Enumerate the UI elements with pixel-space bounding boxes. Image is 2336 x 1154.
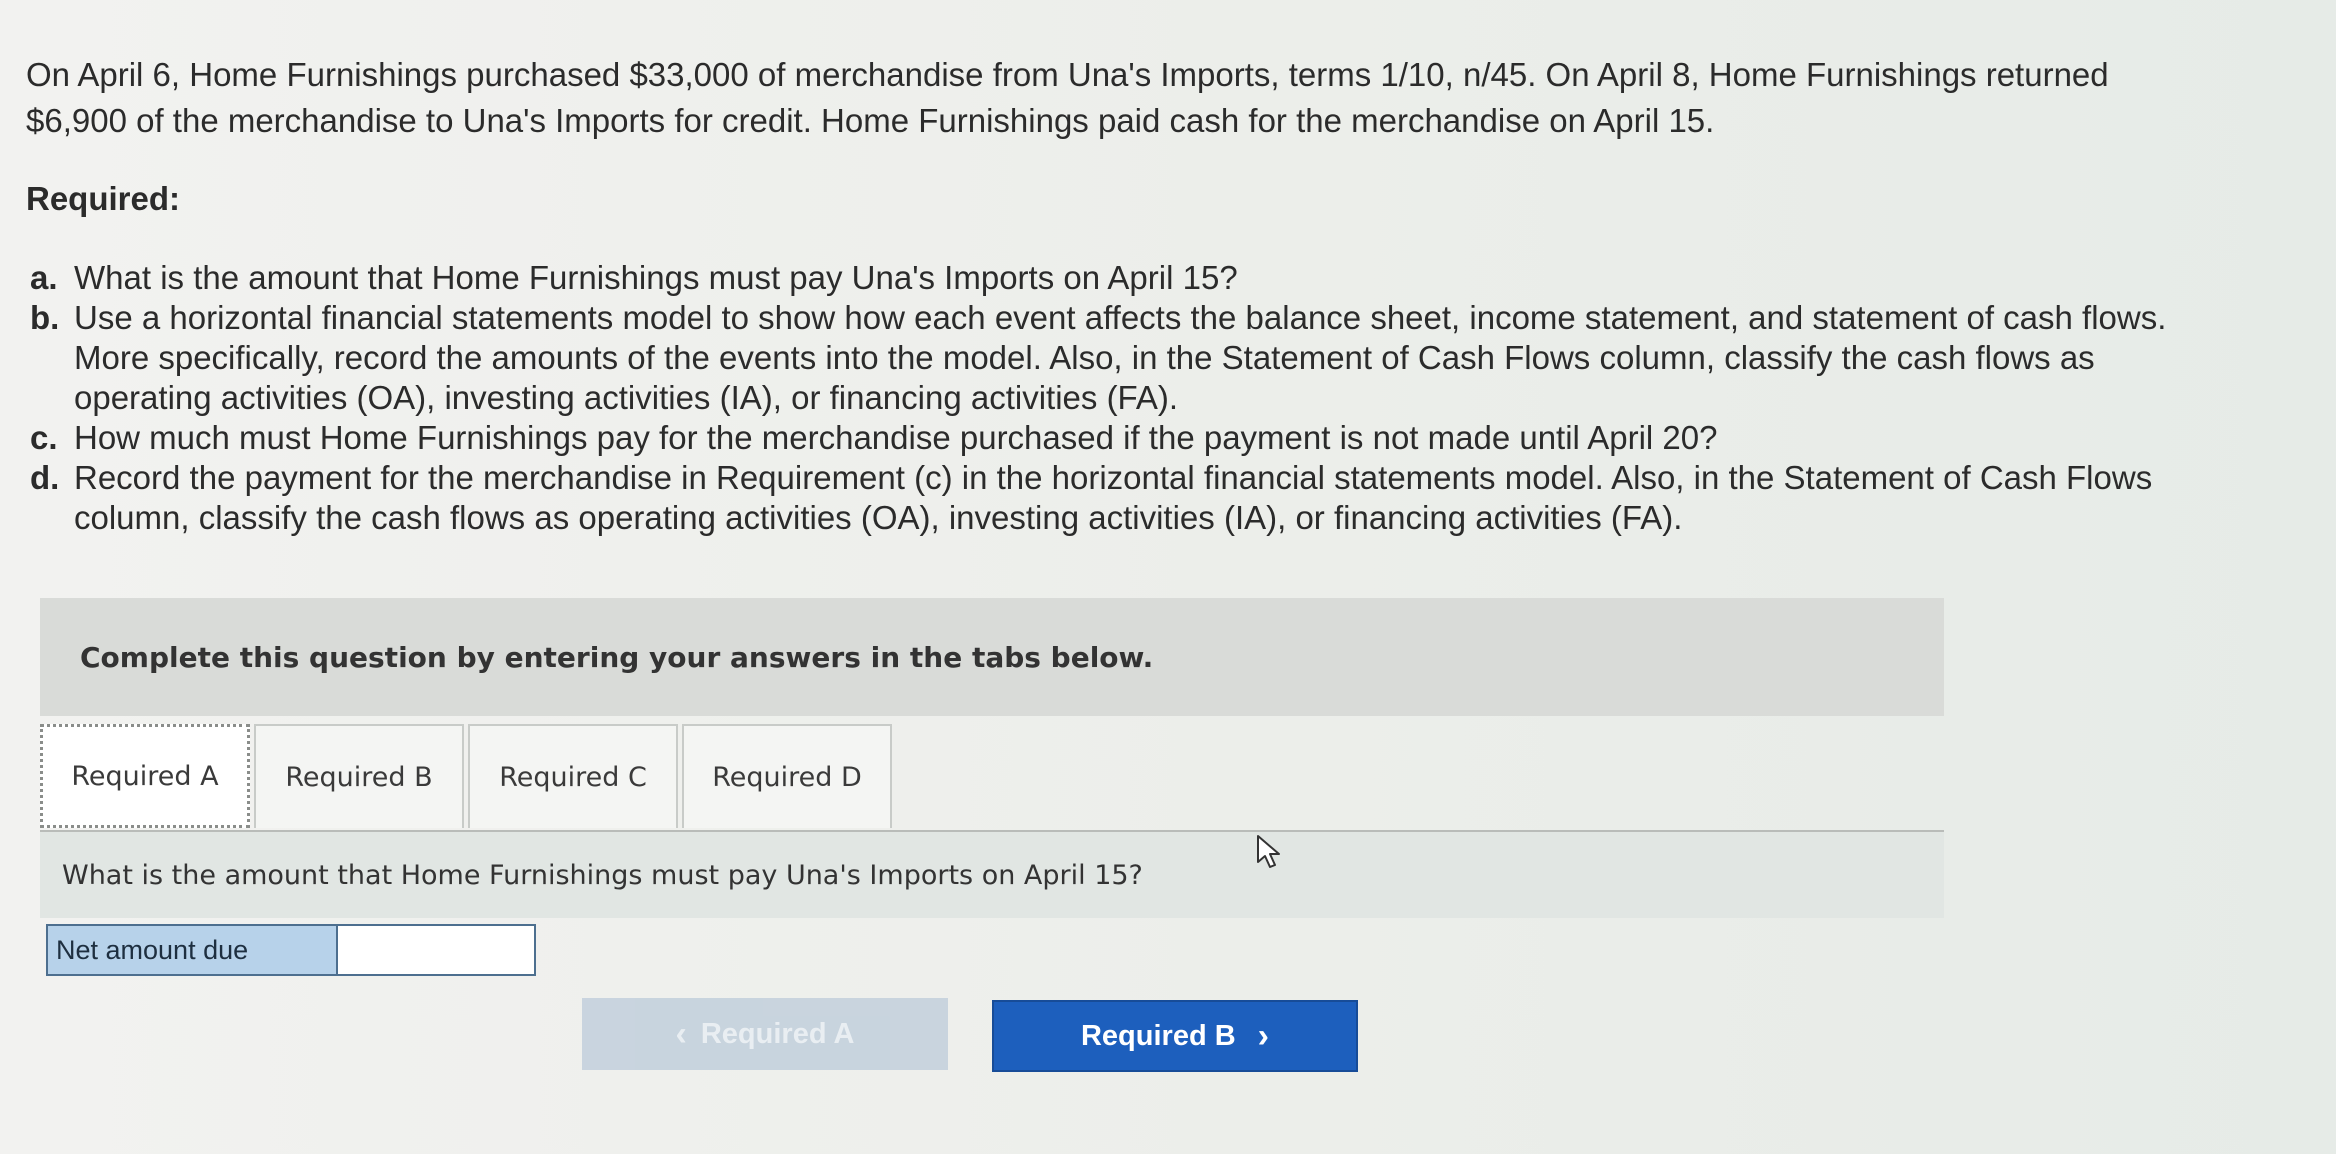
requirement-letter: c. (30, 419, 58, 456)
required-heading: Required: (26, 180, 181, 217)
previous-required-a-button[interactable]: ‹ Required A (582, 998, 948, 1070)
next-button-label: Required B (1080, 1019, 1236, 1052)
next-required-b-button[interactable]: Required B › (992, 1000, 1358, 1072)
tab-required-d[interactable]: Required D (682, 724, 892, 828)
list-item: a. What is the amount that Home Furnishi… (30, 258, 2180, 298)
answer-row: Net amount due (46, 924, 536, 976)
requirement-text: Use a horizontal financial statements mo… (74, 299, 2167, 416)
tab-required-c[interactable]: Required C (468, 724, 678, 828)
mouse-pointer-icon (1257, 835, 1280, 868)
page: On April 6, Home Furnishings purchased $… (0, 0, 2336, 1154)
requirement-text: Record the payment for the merchandise i… (74, 459, 2153, 536)
requirement-letter: b. (30, 299, 60, 336)
requirement-text: What is the amount that Home Furnishings… (74, 259, 1238, 296)
problem-intro: On April 6, Home Furnishings purchased $… (26, 56, 2109, 139)
net-amount-due-label: Net amount due (46, 924, 336, 976)
question-text: What is the amount that Home Furnishings… (62, 859, 1143, 891)
chevron-left-icon: ‹ (675, 1015, 687, 1053)
instructions-band: Complete this question by entering your … (40, 598, 1944, 716)
previous-button-label: Required A (700, 1017, 855, 1050)
chevron-right-icon: › (1257, 1017, 1269, 1055)
requirement-letter: a. (30, 259, 58, 296)
list-item: b. Use a horizontal financial statements… (30, 298, 2180, 418)
question-band: What is the amount that Home Furnishings… (40, 832, 1944, 918)
requirements-list: a. What is the amount that Home Furnishi… (30, 258, 2180, 538)
list-item: c. How much must Home Furnishings pay fo… (30, 418, 2180, 458)
requirement-text: How much must Home Furnishings pay for t… (74, 419, 1718, 456)
tab-required-b[interactable]: Required B (254, 724, 464, 828)
tab-bar: Required A Required B Required C Require… (40, 724, 896, 830)
net-amount-due-input[interactable] (336, 924, 536, 976)
list-item: d. Record the payment for the merchandis… (30, 458, 2180, 538)
requirement-letter: d. (30, 459, 60, 496)
instructions-text: Complete this question by entering your … (80, 640, 1154, 674)
tab-required-a[interactable]: Required A (40, 724, 250, 828)
